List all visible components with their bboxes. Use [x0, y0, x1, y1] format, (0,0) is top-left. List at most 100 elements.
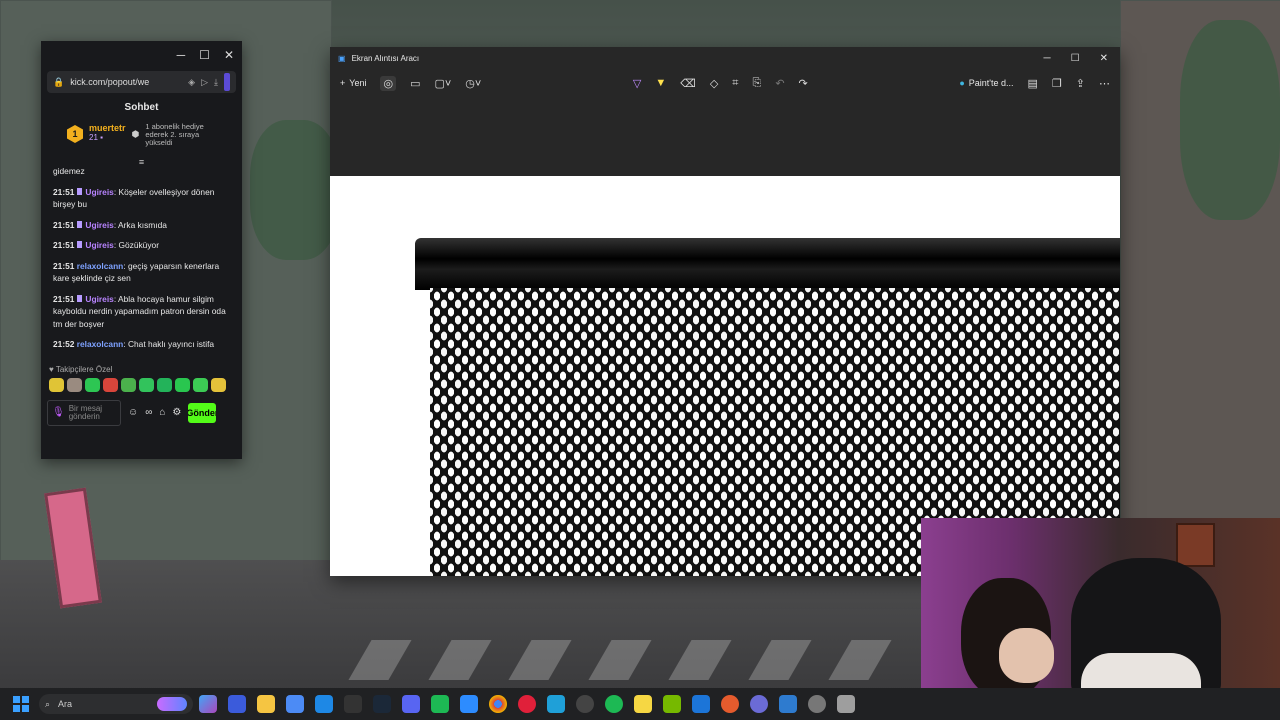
message-username[interactable]: Ugireis — [85, 240, 113, 250]
app-orange-icon[interactable] — [721, 695, 739, 713]
rank-badge: 1 — [67, 125, 83, 143]
discord-icon[interactable] — [402, 695, 420, 713]
emote-icon[interactable] — [67, 377, 82, 392]
filter-icon[interactable]: ≡ — [41, 157, 242, 167]
message-username[interactable]: Ugireis — [85, 220, 113, 230]
snip-canvas[interactable] — [330, 176, 1120, 576]
new-snip-label: Yeni — [349, 78, 367, 88]
file-explorer-icon[interactable] — [257, 695, 275, 713]
message-username[interactable]: Ugireis — [85, 187, 113, 197]
send-button[interactable]: Gönder — [188, 402, 217, 423]
basket-rim — [415, 238, 1120, 290]
followers-only-notice: ♥ Takipçilere Özel — [41, 359, 242, 376]
undo-icon[interactable]: ↶ — [775, 77, 784, 90]
address-bar[interactable]: 🔒 kick.com/popout/we ◈ ▷ ⤓ — [47, 71, 236, 93]
emote-icon[interactable] — [85, 377, 100, 392]
app-green-icon[interactable] — [431, 695, 449, 713]
sticky-notes-icon[interactable] — [634, 695, 652, 713]
obs-icon[interactable] — [576, 695, 594, 713]
windows-start-icon[interactable] — [13, 696, 29, 712]
edge-icon[interactable] — [547, 695, 565, 713]
message-username[interactable]: relaxolcann — [77, 339, 124, 349]
emote-icon[interactable] — [139, 377, 154, 392]
message-time: 21:51 — [53, 219, 75, 230]
gear-icon[interactable]: ⚙ — [172, 407, 181, 418]
emote-icon[interactable] — [175, 377, 190, 392]
app-circle-icon[interactable] — [750, 695, 768, 713]
emote-icon[interactable] — [49, 377, 64, 392]
chat-message: 21:51 Ugireis: Gözüküyor — [53, 239, 230, 252]
mail-icon[interactable] — [315, 695, 333, 713]
camera-icon[interactable]: ◎ — [380, 75, 397, 91]
chrome-icon[interactable] — [489, 695, 507, 713]
extension-icon[interactable] — [224, 73, 230, 91]
share-icon[interactable]: ▷ — [201, 77, 208, 88]
lock-icon[interactable]: 🔒 — [53, 77, 64, 88]
maximize-icon[interactable]: ☐ — [199, 48, 210, 62]
crop-icon[interactable]: ⌗ — [732, 77, 738, 90]
message-time: 21:51 — [53, 260, 75, 271]
pinned-username[interactable]: muertetr — [89, 123, 126, 133]
emote-icon[interactable] — [157, 377, 172, 392]
chat-input-row: 🎙 Bir mesaj gönderin ☺ ∞ ⌂ ⚙ Gönder — [41, 394, 242, 432]
download-icon[interactable]: ⤓ — [214, 77, 218, 88]
opera-icon[interactable] — [518, 695, 536, 713]
webcam-overlay — [921, 518, 1280, 688]
eraser-icon[interactable]: ⌫ — [680, 77, 696, 90]
shapes-icon[interactable]: ◇ — [710, 77, 718, 90]
app-blue-icon[interactable] — [692, 695, 710, 713]
text-actions-icon[interactable]: ⎘ — [753, 77, 762, 90]
store-icon[interactable]: ⌂ — [159, 407, 165, 418]
emote-icon[interactable] — [121, 377, 136, 392]
save-icon[interactable]: ▤ — [1028, 77, 1038, 90]
share-icon[interactable]: ⇪ — [1076, 77, 1085, 90]
settings-icon[interactable] — [808, 695, 826, 713]
emote-icon[interactable] — [211, 377, 226, 392]
url-text[interactable]: kick.com/popout/we — [70, 77, 182, 87]
party-icon[interactable]: ∞ — [145, 407, 152, 418]
more-icon[interactable]: ⋯ — [1099, 77, 1110, 90]
minimize-icon[interactable]: ─ — [177, 48, 186, 62]
chat-message: 21:51 Ugireis: Arka kısmıda — [53, 219, 230, 232]
epic-games-icon[interactable] — [344, 695, 362, 713]
minimize-icon[interactable]: ─ — [1044, 53, 1051, 64]
snipping-tool-icon[interactable] — [837, 695, 855, 713]
redo-icon[interactable]: ↷ — [799, 77, 808, 90]
timer-icon[interactable]: ◷˅ — [465, 77, 481, 90]
copy-icon[interactable]: ❐ — [1052, 77, 1062, 90]
chat-title: Sohbet — [124, 102, 159, 113]
steam-icon[interactable] — [373, 695, 391, 713]
taskbar-search[interactable]: ⌕ Ara — [39, 694, 193, 714]
close-icon[interactable]: ✕ — [1100, 53, 1108, 64]
chat-input-placeholder: Bir mesaj gönderin — [68, 403, 103, 421]
pinned-count-value: 21 — [89, 133, 98, 142]
edit-in-paint-button[interactable]: ● Paint'te d... — [959, 78, 1013, 88]
photos-icon[interactable] — [779, 695, 797, 713]
spotify-icon[interactable] — [605, 695, 623, 713]
chat-message-input[interactable]: 🎙 Bir mesaj gönderin — [47, 399, 121, 426]
shield-icon[interactable]: ◈ — [188, 77, 195, 88]
store-icon[interactable] — [286, 695, 304, 713]
emote-icon[interactable] — [103, 377, 118, 392]
video-icon[interactable]: ▭ — [410, 77, 420, 90]
mic-icon[interactable]: 🎙 — [52, 407, 65, 417]
sub-badge-icon — [77, 187, 83, 195]
task-view-icon[interactable] — [228, 695, 246, 713]
highlighter-icon[interactable]: ▼ — [655, 77, 666, 89]
close-icon[interactable]: ✕ — [224, 48, 234, 62]
maximize-icon[interactable]: ☐ — [1071, 53, 1080, 64]
pen-icon[interactable]: ▽ — [633, 77, 641, 90]
new-snip-button[interactable]: + Yeni — [340, 78, 366, 88]
copilot-icon[interactable] — [199, 695, 217, 713]
message-username[interactable]: relaxolcann — [77, 261, 124, 271]
nvidia-icon[interactable] — [663, 695, 681, 713]
edit-in-paint-label: Paint'te d... — [968, 78, 1014, 88]
emote-picker-icon[interactable]: ☺ — [128, 407, 138, 418]
message-username[interactable]: Ugireis — [85, 294, 113, 304]
chat-window-titlebar: ─ ☐ ✕ — [41, 41, 242, 69]
snip-mode-icon[interactable]: ▢˅ — [434, 77, 451, 90]
zoom-icon[interactable] — [460, 695, 478, 713]
paint-icon: ● — [959, 78, 965, 88]
emote-icon[interactable] — [193, 377, 208, 392]
pinned-gift-banner[interactable]: 1 muertetr 21 ▪ ⬢ 1 abonelik hediye eder… — [41, 119, 242, 161]
